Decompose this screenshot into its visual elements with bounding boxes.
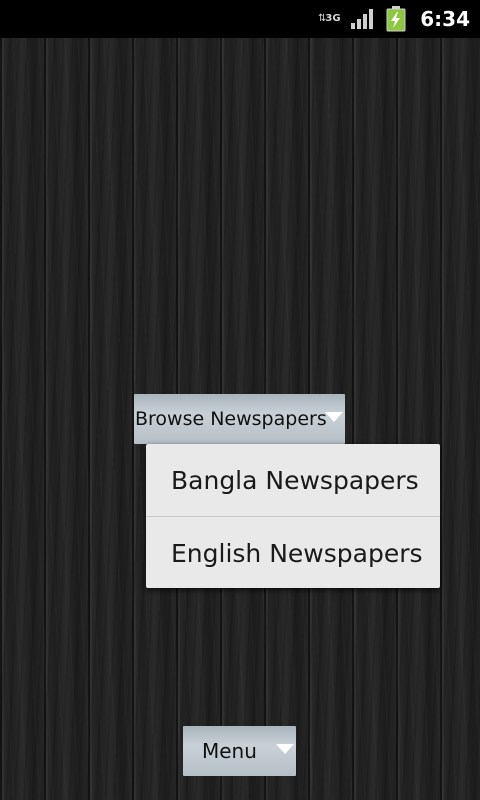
data-transfer-icon: ⇅ 3G — [317, 13, 341, 24]
chevron-down-icon — [325, 412, 343, 422]
browse-newspapers-label: Browse Newspapers — [135, 408, 327, 430]
app-screen: ⇅ 3G 6:34 Browse Newspapers Bangla Newsp… — [0, 0, 480, 800]
battery-charging-icon — [386, 6, 406, 32]
browse-newspapers-spinner[interactable]: Browse Newspapers — [134, 394, 345, 444]
newspaper-dropdown-list: Bangla Newspapers English Newspapers — [146, 444, 440, 588]
chevron-down-icon — [276, 744, 294, 754]
menu-spinner[interactable]: Menu — [183, 726, 296, 776]
network-type-label: 3G — [325, 13, 341, 24]
dropdown-item-label: Bangla Newspapers — [171, 465, 419, 495]
dropdown-item-bangla-newspapers[interactable]: Bangla Newspapers — [146, 444, 440, 516]
status-clock: 6:34 — [420, 7, 470, 31]
dropdown-item-label: English Newspapers — [171, 538, 423, 568]
data-arrows-icon: ⇅ — [317, 13, 326, 24]
dropdown-item-english-newspapers[interactable]: English Newspapers — [146, 517, 440, 589]
menu-label: Menu — [202, 739, 257, 763]
status-bar: ⇅ 3G 6:34 — [0, 0, 480, 38]
signal-strength-icon — [350, 8, 376, 30]
